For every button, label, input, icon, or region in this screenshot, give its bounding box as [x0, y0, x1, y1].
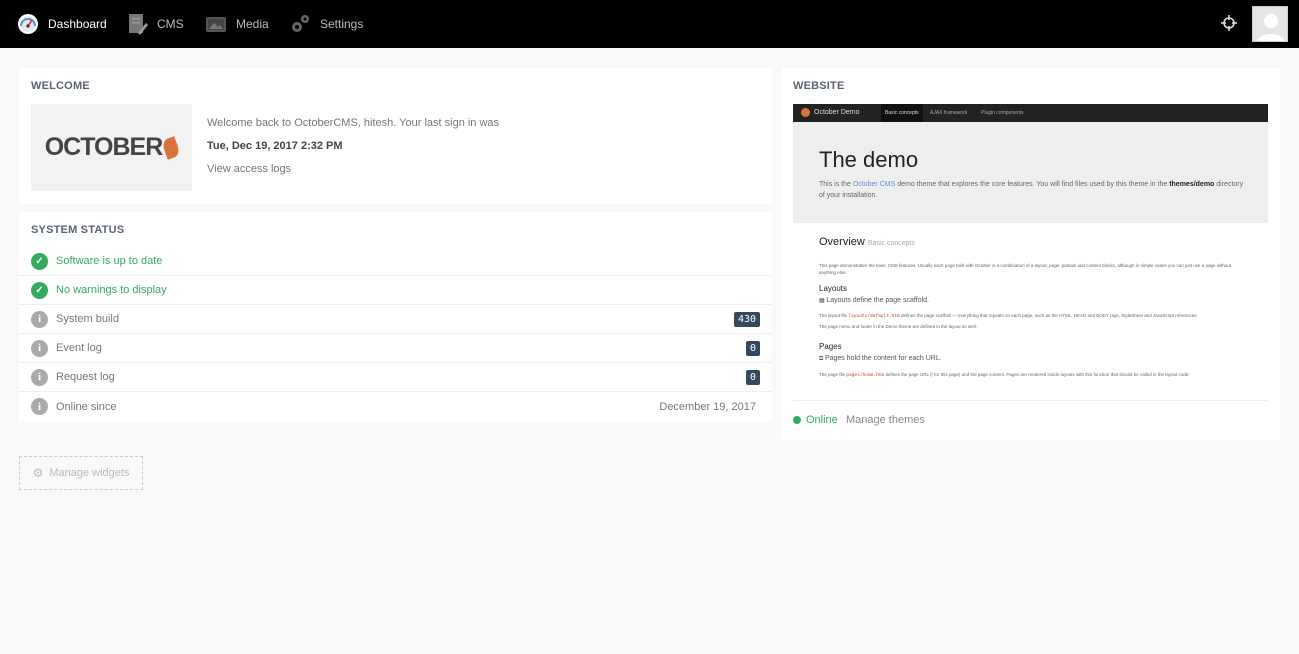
- nav-item-label: Dashboard: [48, 17, 107, 31]
- preview-paragraph: The page menu and footer in the Demo the…: [819, 324, 977, 329]
- cms-document-icon: [126, 13, 148, 35]
- status-label: No warnings to display: [56, 284, 167, 296]
- preview-paragraph: This page demonstrates the basic CMS fea…: [819, 263, 1231, 275]
- manage-themes-link[interactable]: Manage themes: [846, 414, 925, 426]
- info-icon: i: [31, 310, 48, 328]
- dashboard-gauge-icon: [17, 13, 39, 35]
- preview-body: Overview Basic concepts This page demons…: [819, 236, 1249, 379]
- settings-gears-icon: [289, 13, 311, 35]
- last-signin-date: Tue, Dec 19, 2017 2:32 PM: [207, 140, 343, 152]
- status-row-system-build[interactable]: i System build 430: [19, 305, 772, 334]
- website-title: WEBSITE: [793, 80, 845, 92]
- status-value: December 19, 2017: [659, 400, 756, 413]
- preview-brand: October Demo: [801, 108, 860, 117]
- status-label: Request log: [56, 371, 115, 383]
- media-image-icon: [205, 13, 227, 35]
- status-row-event-log[interactable]: i Event log 0: [19, 334, 772, 363]
- leaf-icon: [161, 135, 182, 160]
- status-row-warnings: ✓ No warnings to display: [19, 276, 772, 305]
- crosshair-icon[interactable]: [1220, 14, 1238, 32]
- nav-item-settings[interactable]: Settings: [289, 0, 363, 48]
- preview-paragraph: The page file pages/home.htm defines the…: [819, 372, 1190, 378]
- welcome-title: WELCOME: [31, 80, 90, 92]
- user-avatar[interactable]: [1252, 6, 1288, 42]
- avatar-silhouette-icon: [1257, 14, 1285, 41]
- status-badge: 0: [745, 340, 760, 356]
- status-row-software: ✓ Software is up to date: [19, 247, 772, 276]
- preview-navbar: October Demo Basic concepts AJAX framewo…: [793, 104, 1268, 122]
- status-dot-icon: [793, 416, 801, 424]
- status-badge: 0: [745, 369, 760, 385]
- preview-overview-heading: Overview Basic concepts: [819, 236, 915, 248]
- preview-pages-heading: Pages: [819, 342, 842, 351]
- preview-hero-text: This is the October CMS demo theme that …: [819, 181, 1244, 199]
- october-logo: OCTOBER: [31, 104, 192, 191]
- nav-item-media[interactable]: Media: [205, 0, 269, 48]
- preview-paragraph: The layout file layouts/default.htm defi…: [819, 313, 1198, 319]
- nav-item-label: Settings: [320, 17, 364, 31]
- website-online-status: Online: [793, 414, 838, 426]
- status-label: Event log: [56, 342, 102, 354]
- preview-hero: The demo This is the October CMS demo th…: [793, 122, 1268, 223]
- gears-icon: ⚙: [32, 466, 44, 480]
- info-icon: i: [31, 339, 48, 357]
- preview-nav-link: AJAX framework: [930, 110, 968, 116]
- info-icon: i: [31, 368, 48, 386]
- manage-widgets-label: Manage widgets: [49, 467, 130, 479]
- welcome-panel: WELCOME OCTOBER Welcome back to OctoberC…: [19, 68, 772, 204]
- welcome-message: Welcome back to OctoberCMS, hitesh. Your…: [207, 117, 500, 129]
- system-status-panel: SYSTEM STATUS ✓ Software is up to date ✓…: [19, 212, 772, 422]
- view-access-logs-link[interactable]: View access logs: [207, 163, 291, 175]
- status-row-request-log[interactable]: i Request log 0: [19, 363, 772, 392]
- preview-pages-lead: ⧉ Pages hold the content for each URL.: [819, 355, 942, 362]
- status-label: System build: [56, 313, 119, 325]
- status-label: Software is up to date: [56, 255, 163, 267]
- checkmark-icon: ✓: [31, 252, 48, 270]
- website-panel: WEBSITE October Demo Basic concepts AJAX…: [782, 68, 1280, 440]
- preview-nav-link: Plugin components: [981, 110, 1024, 116]
- logo-text: OCTOBER: [44, 133, 164, 161]
- system-status-title: SYSTEM STATUS: [31, 224, 125, 236]
- online-label: Online: [806, 414, 838, 426]
- nav-item-label: CMS: [157, 17, 184, 31]
- checkmark-icon: ✓: [31, 281, 48, 299]
- nav-item-label: Media: [236, 17, 269, 31]
- preview-layouts-lead: ▦ Layouts define the page scaffold.: [819, 297, 929, 304]
- top-navbar: Dashboard CMS Media Settings: [0, 0, 1299, 48]
- preview-layouts-heading: Layouts: [819, 284, 848, 293]
- preview-nav-link: Basic concepts: [881, 104, 923, 122]
- nav-item-cms[interactable]: CMS: [126, 0, 184, 48]
- website-preview[interactable]: October Demo Basic concepts AJAX framewo…: [793, 104, 1268, 401]
- info-icon: i: [31, 398, 48, 415]
- nav-item-dashboard[interactable]: Dashboard: [17, 0, 107, 48]
- manage-widgets-button[interactable]: ⚙ Manage widgets: [19, 456, 143, 490]
- preview-brand-label: October Demo: [814, 109, 860, 116]
- preview-hero-title: The demo: [819, 147, 919, 172]
- status-label: Online since: [56, 400, 117, 413]
- leaf-icon: [801, 108, 810, 117]
- status-row-online-since: i Online since December 19, 2017: [19, 392, 772, 421]
- status-badge: 430: [733, 311, 760, 327]
